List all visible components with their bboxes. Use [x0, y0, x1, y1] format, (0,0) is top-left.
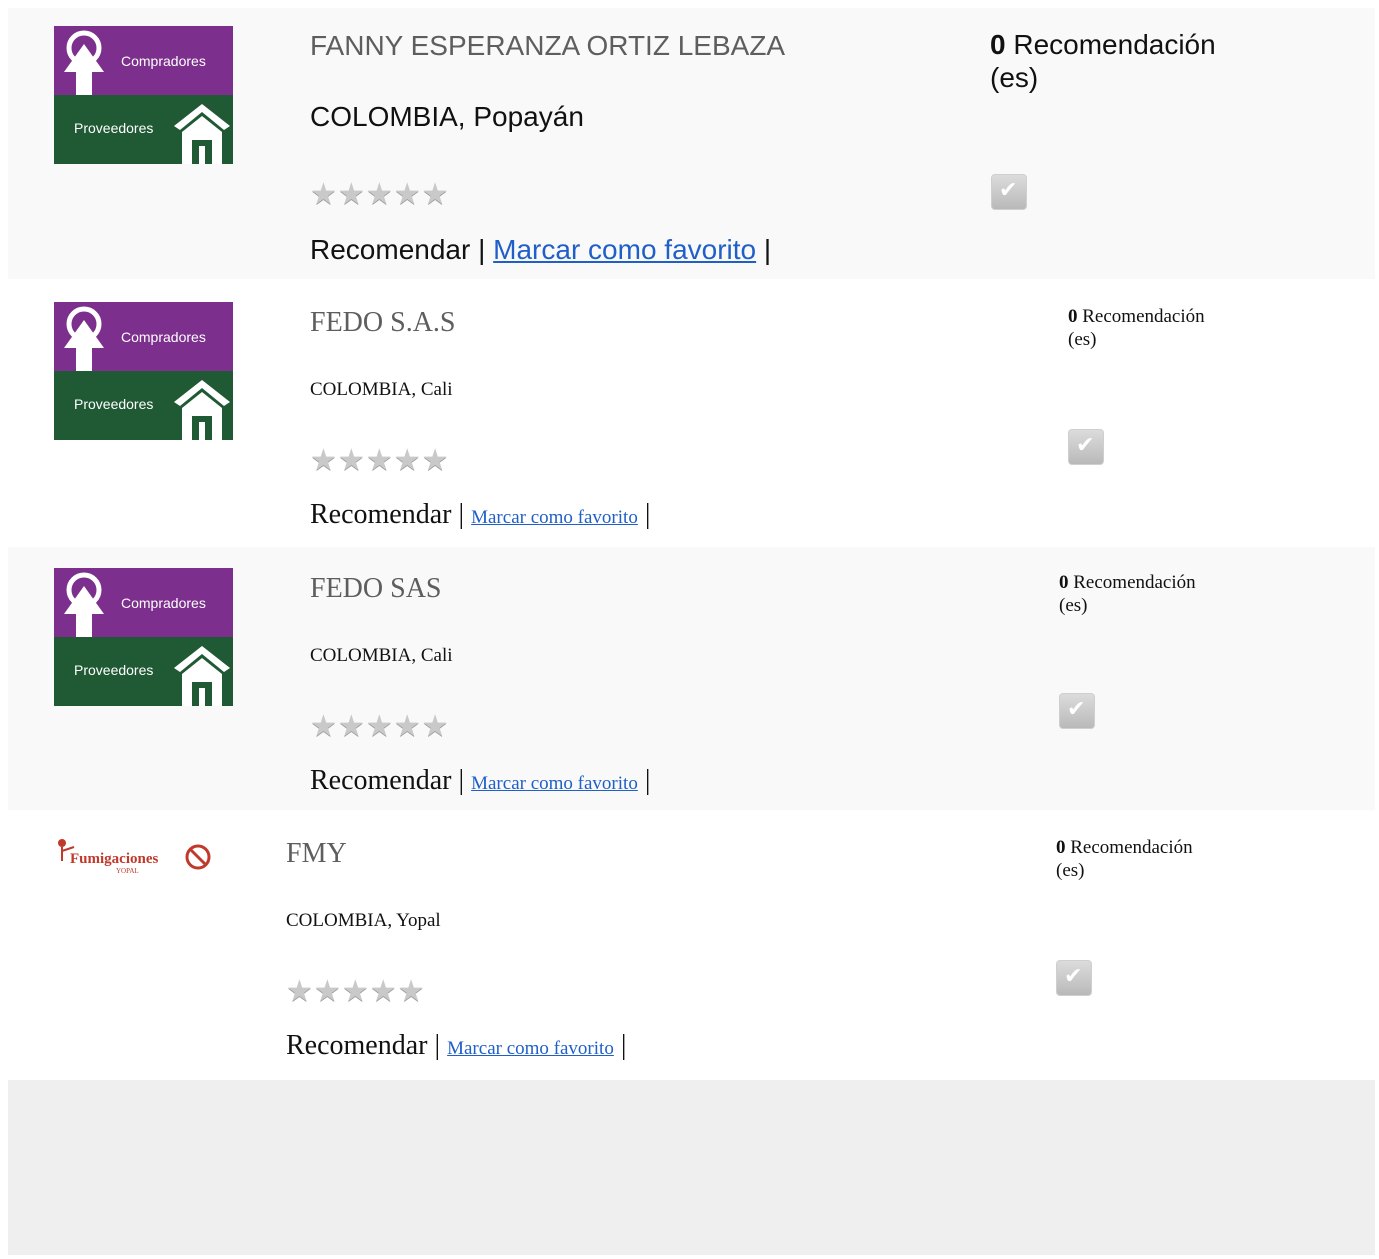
- checkmark-icon: ✔: [999, 178, 1018, 203]
- checkmark-icon: ✔: [1076, 433, 1095, 458]
- star-rating[interactable]: ★ ★ ★ ★ ★: [310, 712, 450, 742]
- star-icon[interactable]: ★: [422, 712, 449, 742]
- logo-arrow-house-icon: [64, 30, 230, 164]
- recommendation-label: Recomendación: [1082, 306, 1205, 327]
- logo-proveedores-text: Proveedores: [74, 662, 154, 678]
- listing-item: Fumigaciones YOPAL FMY COLOMBIA, Yopal ★…: [0, 812, 1379, 1078]
- fumigaciones-logo-text: Fumigaciones: [70, 851, 158, 867]
- company-location: COLOMBIA, Cali: [310, 645, 453, 666]
- footer-area: [8, 1080, 1375, 1255]
- recommendation-suffix: (es): [1056, 860, 1085, 881]
- star-icon[interactable]: ★: [338, 446, 365, 476]
- company-location: COLOMBIA, Popayán: [310, 101, 584, 132]
- star-icon[interactable]: ★: [366, 712, 393, 742]
- star-icon[interactable]: ★: [338, 712, 365, 742]
- recommend-link[interactable]: Recomendar: [310, 499, 452, 530]
- recommendation-suffix: (es): [1068, 329, 1097, 350]
- logo-compradores-text: Compradores: [121, 595, 206, 611]
- recommendation-suffix: (es): [990, 62, 1039, 93]
- separator: |: [644, 765, 651, 796]
- top-gap: [0, 0, 1379, 8]
- logo-proveedores-text: Proveedores: [74, 120, 154, 136]
- recommendation-number: 0: [1068, 306, 1078, 327]
- star-icon[interactable]: ★: [310, 446, 337, 476]
- select-checkbox[interactable]: ✔: [1059, 693, 1095, 729]
- logo-compradores-text: Compradores: [121, 329, 206, 345]
- separator: |: [620, 1030, 627, 1061]
- recommendation-number: 0: [990, 29, 1006, 60]
- listing-actions: Recomendar | Marcar como favorito |: [310, 765, 650, 797]
- recommend-link[interactable]: Recomendar: [310, 765, 452, 796]
- fumigaciones-logo-icon: Fumigaciones YOPAL: [58, 839, 211, 875]
- recommend-link[interactable]: Recomendar: [310, 234, 470, 265]
- recommendation-number: 0: [1056, 837, 1066, 858]
- star-icon[interactable]: ★: [422, 180, 449, 210]
- listing-actions: Recomendar | Marcar como favorito |: [286, 1030, 626, 1062]
- star-rating[interactable]: ★ ★ ★ ★ ★: [310, 180, 450, 210]
- separator: |: [458, 499, 465, 530]
- recommendation-number: 0: [1059, 572, 1069, 593]
- company-logo[interactable]: Compradores Proveedores: [54, 568, 233, 706]
- company-name[interactable]: FANNY ESPERANZA ORTIZ LEBAZA: [310, 30, 785, 62]
- select-checkbox[interactable]: ✔: [991, 174, 1027, 210]
- star-icon[interactable]: ★: [398, 977, 425, 1007]
- star-icon[interactable]: ★: [310, 712, 337, 742]
- listing-item: Compradores Proveedores FEDO SAS COLOMBI…: [0, 547, 1379, 810]
- separator: |: [763, 234, 772, 265]
- listing-item: Compradores Proveedores FEDO S.A.S COLOM…: [0, 281, 1379, 545]
- company-name[interactable]: FEDO S.A.S: [310, 307, 455, 339]
- company-name[interactable]: FMY: [286, 838, 347, 870]
- recommendation-count: 0 Recomendación (es): [990, 28, 1290, 94]
- select-checkbox[interactable]: ✔: [1056, 960, 1092, 996]
- company-logo[interactable]: Compradores Proveedores: [54, 302, 233, 440]
- logo-proveedores-text: Proveedores: [74, 396, 154, 412]
- recommendation-count: 0 Recomendación (es): [1056, 836, 1276, 882]
- star-icon[interactable]: ★: [366, 180, 393, 210]
- logo-arrow-house-icon: [64, 572, 230, 706]
- star-icon[interactable]: ★: [286, 977, 313, 1007]
- star-icon[interactable]: ★: [422, 446, 449, 476]
- recommendation-label: Recomendación: [1073, 572, 1196, 593]
- company-logo[interactable]: Fumigaciones YOPAL: [54, 835, 214, 875]
- recommendation-count: 0 Recomendación (es): [1068, 305, 1288, 351]
- separator: |: [644, 499, 651, 530]
- checkmark-icon: ✔: [1064, 964, 1083, 989]
- separator: |: [478, 234, 486, 265]
- listing-item: Compradores Proveedores FANNY ESPERANZA …: [0, 8, 1379, 279]
- separator: |: [458, 765, 465, 796]
- logo-arrow-house-icon: [64, 306, 230, 440]
- select-checkbox[interactable]: ✔: [1068, 429, 1104, 465]
- separator: |: [434, 1030, 441, 1061]
- recommendation-count: 0 Recomendación (es): [1059, 571, 1279, 617]
- listing-actions: Recomendar | Marcar como favorito |: [310, 234, 771, 266]
- recommend-link[interactable]: Recomendar: [286, 1030, 428, 1061]
- star-icon[interactable]: ★: [394, 712, 421, 742]
- logo-compradores-text: Compradores: [121, 53, 206, 69]
- star-icon[interactable]: ★: [338, 180, 365, 210]
- recommendation-label: Recomendación: [1013, 29, 1216, 60]
- star-icon[interactable]: ★: [394, 180, 421, 210]
- company-location: COLOMBIA, Yopal: [286, 910, 441, 931]
- checkmark-icon: ✔: [1067, 697, 1086, 722]
- recommendation-label: Recomendación: [1070, 837, 1193, 858]
- star-icon[interactable]: ★: [310, 180, 337, 210]
- favorite-link[interactable]: Marcar como favorito: [493, 234, 756, 265]
- recommendation-suffix: (es): [1059, 595, 1088, 616]
- star-icon[interactable]: ★: [314, 977, 341, 1007]
- listing-actions: Recomendar | Marcar como favorito |: [310, 499, 650, 531]
- favorite-link[interactable]: Marcar como favorito: [447, 1038, 614, 1059]
- company-location: COLOMBIA, Cali: [310, 379, 453, 400]
- fumigaciones-logo-sub: YOPAL: [116, 867, 139, 875]
- company-name[interactable]: FEDO SAS: [310, 573, 441, 605]
- star-icon[interactable]: ★: [342, 977, 369, 1007]
- company-logo[interactable]: Compradores Proveedores: [54, 26, 233, 164]
- star-icon[interactable]: ★: [394, 446, 421, 476]
- favorite-link[interactable]: Marcar como favorito: [471, 507, 638, 528]
- favorite-link[interactable]: Marcar como favorito: [471, 773, 638, 794]
- star-rating[interactable]: ★ ★ ★ ★ ★: [286, 977, 426, 1007]
- star-icon[interactable]: ★: [370, 977, 397, 1007]
- star-rating[interactable]: ★ ★ ★ ★ ★: [310, 446, 450, 476]
- star-icon[interactable]: ★: [366, 446, 393, 476]
